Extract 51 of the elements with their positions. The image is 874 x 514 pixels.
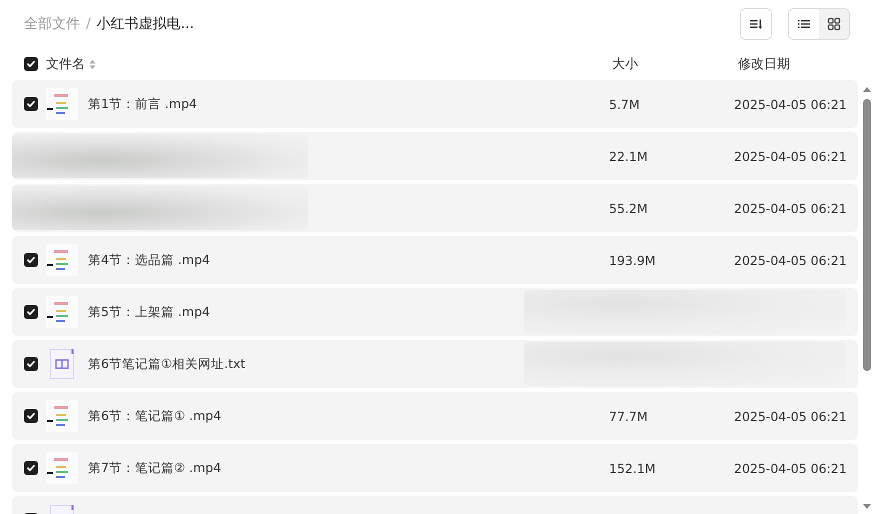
file-name: 第7节：笔记篇② .mp4 <box>88 460 222 476</box>
column-header[interactable]: 大小 <box>612 57 638 72</box>
sort-button[interactable] <box>740 8 772 40</box>
modified-date: 2025-04-05 06:21 <box>734 96 848 112</box>
file-size: 152.1M <box>609 460 657 476</box>
breadcrumb-item[interactable]: 小红书虚拟电... <box>96 15 194 33</box>
video-thumbnail <box>46 452 78 484</box>
checkbox[interactable] <box>24 305 38 319</box>
video-thumbnail <box>46 88 78 120</box>
modified-date: 2025-04-05 06:21 <box>734 460 848 476</box>
file-row[interactable]: 第1节：前言 .mp4 5.7M 2025-04-05 06:21 <box>12 80 858 128</box>
file-row[interactable]: 22.1M 2025-04-05 06:21 <box>12 132 858 180</box>
checkbox[interactable] <box>24 253 38 267</box>
sort-order-icon <box>749 17 763 31</box>
file-row[interactable]: 第7节：笔记篇② .mp4 152.1M 2025-04-05 06:21 <box>12 444 858 492</box>
file-size: 77.7M <box>609 408 649 424</box>
file-row[interactable]: 55.2M 2025-04-05 06:21 <box>12 184 858 232</box>
file-name: 第5节：上架篇 .mp4 <box>88 304 211 320</box>
column-header[interactable]: 文件名 <box>46 55 85 73</box>
file-row[interactable]: 第5节：上架篇 .mp4 <box>12 288 858 336</box>
checkbox[interactable] <box>24 97 38 111</box>
file-name: 第6节：笔记篇① .mp4 <box>88 408 222 424</box>
scrollbar-thumb[interactable] <box>863 99 871 371</box>
breadcrumb-separator: / <box>86 16 91 32</box>
file-name: 第6节笔记篇①相关网址.txt <box>88 356 246 372</box>
video-thumbnail <box>46 296 78 328</box>
file-row[interactable]: 第4节：选品篇 .mp4 193.9M 2025-04-05 06:21 <box>12 236 858 284</box>
grid-icon <box>827 17 841 31</box>
file-size: 5.7M <box>609 96 641 112</box>
column-header[interactable]: 修改日期 <box>738 57 790 72</box>
modified-date: 2025-04-05 06:21 <box>734 148 848 164</box>
file-row[interactable]: 第6节笔记篇①相关网址.txt <box>12 340 858 388</box>
checkbox[interactable] <box>24 409 38 423</box>
file-name: 第1节：前言 .mp4 <box>88 96 198 112</box>
modified-date: 2025-04-05 06:21 <box>734 252 848 268</box>
list-icon <box>797 17 811 31</box>
list-view-button[interactable] <box>789 9 819 39</box>
scroll-down-icon[interactable] <box>862 503 872 510</box>
checkbox[interactable] <box>24 57 38 71</box>
video-thumbnail <box>46 400 78 432</box>
file-row[interactable]: 第6节：笔记篇① .mp4 77.7M 2025-04-05 06:21 <box>12 392 858 440</box>
video-thumbnail <box>46 244 78 276</box>
checkbox[interactable] <box>24 357 38 371</box>
modified-date: 2025-04-05 06:21 <box>734 200 848 216</box>
file-size: 193.9M <box>609 252 657 268</box>
file-size: 22.1M <box>609 148 649 164</box>
modified-date: 2025-04-05 06:21 <box>734 408 848 424</box>
file-name: 第4节：选品篇 .mp4 <box>88 252 211 268</box>
checkbox[interactable] <box>24 461 38 475</box>
scroll-up-icon[interactable] <box>862 86 872 93</box>
file-size: 55.2M <box>609 200 649 216</box>
